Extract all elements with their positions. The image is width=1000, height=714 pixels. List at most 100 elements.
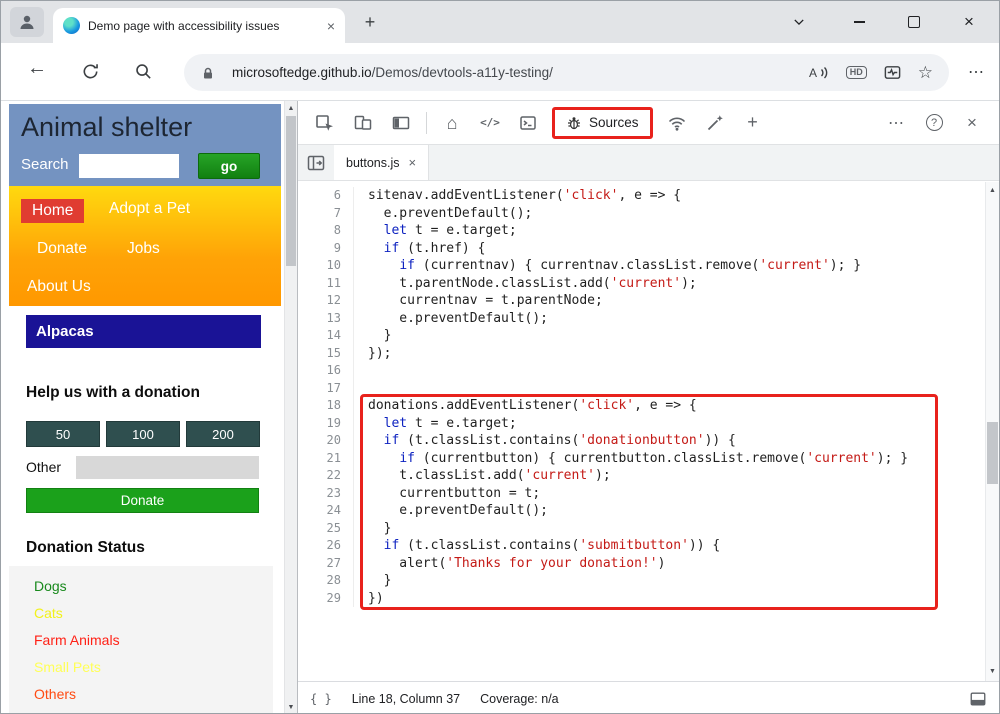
code-text[interactable]: if (t.classList.contains('donationbutton…	[354, 432, 736, 450]
browser-menu-icon[interactable]: ⋯	[968, 62, 984, 82]
devtools-menu-icon[interactable]: ⋯	[881, 108, 911, 138]
tab-close-icon[interactable]: ×	[327, 19, 335, 33]
favorites-star-icon[interactable]: ☆	[918, 64, 933, 81]
line-number[interactable]: 17	[298, 380, 354, 398]
browser-tab[interactable]: Demo page with accessibility issues ×	[53, 8, 345, 43]
back-button[interactable]: ←	[27, 57, 47, 80]
line-number[interactable]: 19	[298, 415, 354, 433]
line-number[interactable]: 27	[298, 555, 354, 573]
nav-item-home[interactable]: Home	[21, 199, 84, 223]
line-number[interactable]: 18	[298, 397, 354, 415]
code-text[interactable]: t.classList.add('current');	[354, 467, 611, 485]
tab-welcome-home-icon[interactable]: ⌂	[437, 108, 467, 138]
code-text[interactable]: let t = e.target;	[354, 222, 517, 240]
file-tab-close-icon[interactable]: ×	[409, 155, 417, 170]
more-tabs-plus-icon[interactable]: +	[738, 108, 768, 138]
line-number[interactable]: 24	[298, 502, 354, 520]
code-text[interactable]: })	[354, 590, 384, 608]
browser-essentials-icon[interactable]	[883, 63, 902, 82]
pretty-print-icon[interactable]: { }	[310, 692, 332, 706]
address-bar[interactable]: microsoftedge.github.io/Demos/devtools-a…	[184, 54, 949, 91]
search-icon[interactable]	[134, 62, 153, 81]
code-text[interactable]: e.preventDefault();	[354, 310, 548, 328]
line-number[interactable]: 22	[298, 467, 354, 485]
nav-item-about-us[interactable]: About Us	[27, 278, 91, 296]
editor-scroll-up-icon[interactable]: ▲	[986, 187, 999, 194]
code-text[interactable]: if (t.classList.contains('submitbutton')…	[354, 537, 720, 555]
line-number[interactable]: 7	[298, 205, 354, 223]
tab-network-icon[interactable]	[662, 108, 692, 138]
code-text[interactable]: t.parentNode.classList.add('current');	[354, 275, 697, 293]
wand-icon[interactable]	[700, 108, 730, 138]
search-go-button[interactable]: go	[198, 153, 260, 179]
line-number[interactable]: 25	[298, 520, 354, 538]
dock-icon[interactable]	[969, 690, 987, 708]
hd-icon[interactable]: HD	[846, 66, 867, 79]
refresh-button[interactable]	[81, 62, 100, 81]
code-text[interactable]: alert('Thanks for your donation!')	[354, 555, 665, 573]
donation-amount-50[interactable]: 50	[26, 421, 100, 447]
alpacas-banner[interactable]: Alpacas	[26, 315, 261, 348]
editor-scroll-thumb[interactable]	[987, 422, 998, 484]
line-number[interactable]: 12	[298, 292, 354, 310]
line-number[interactable]: 13	[298, 310, 354, 328]
code-text[interactable]: });	[354, 345, 391, 363]
donate-button[interactable]: Donate	[26, 488, 259, 513]
tab-console-icon[interactable]	[513, 108, 543, 138]
code-text[interactable]: if (t.href) {	[354, 240, 485, 258]
page-scroll-thumb[interactable]	[286, 116, 296, 266]
other-amount-input[interactable]	[76, 456, 259, 479]
code-text[interactable]: e.preventDefault();	[354, 502, 548, 520]
line-number[interactable]: 16	[298, 362, 354, 380]
line-number[interactable]: 6	[298, 187, 354, 205]
maximize-button[interactable]	[897, 1, 931, 43]
code-text[interactable]: currentbutton = t;	[354, 485, 540, 503]
help-icon[interactable]: ?	[919, 108, 949, 138]
code-text[interactable]: donations.addEventListener('click', e =>…	[354, 397, 697, 415]
devtools-close-icon[interactable]: ×	[957, 108, 987, 138]
minimize-button[interactable]	[842, 1, 876, 43]
code-text[interactable]: }	[354, 520, 391, 538]
tab-search-chevron-icon[interactable]	[782, 1, 816, 43]
code-text[interactable]: sitenav.addEventListener('click', e => {	[354, 187, 681, 205]
line-number[interactable]: 14	[298, 327, 354, 345]
donation-amount-100[interactable]: 100	[106, 421, 180, 447]
layout-panel-icon[interactable]	[386, 108, 416, 138]
read-aloud-icon[interactable]: A	[808, 64, 830, 81]
editor-scrollbar[interactable]: ▲ ▼	[985, 182, 999, 681]
code-text[interactable]: if (currentbutton) { currentbutton.class…	[354, 450, 908, 468]
line-number[interactable]: 8	[298, 222, 354, 240]
site-search-input[interactable]	[79, 154, 179, 178]
line-number[interactable]: 15	[298, 345, 354, 363]
profile-avatar[interactable]	[10, 7, 44, 37]
navigator-toggle-icon[interactable]	[298, 145, 334, 180]
line-number[interactable]: 28	[298, 572, 354, 590]
line-number[interactable]: 29	[298, 590, 354, 608]
code-text[interactable]: }	[354, 572, 391, 590]
line-number[interactable]: 23	[298, 485, 354, 503]
scroll-down-icon[interactable]: ▼	[285, 704, 297, 711]
line-number[interactable]: 21	[298, 450, 354, 468]
code-text[interactable]: e.preventDefault();	[354, 205, 532, 223]
new-tab-button[interactable]: +	[357, 9, 383, 35]
page-scrollbar[interactable]: ▲ ▼	[284, 101, 297, 714]
nav-item-adopt-a-pet[interactable]: Adopt a Pet	[109, 200, 190, 218]
code-text[interactable]: let t = e.target;	[354, 415, 517, 433]
tab-sources[interactable]: Sources	[552, 107, 653, 139]
device-toolbar-icon[interactable]	[348, 108, 378, 138]
line-number[interactable]: 11	[298, 275, 354, 293]
nav-item-donate[interactable]: Donate	[37, 240, 87, 258]
nav-item-jobs[interactable]: Jobs	[127, 240, 160, 258]
line-number[interactable]: 26	[298, 537, 354, 555]
code-text[interactable]: if (currentnav) { currentnav.classList.r…	[354, 257, 861, 275]
line-number[interactable]: 20	[298, 432, 354, 450]
donation-amount-200[interactable]: 200	[186, 421, 260, 447]
window-close-button[interactable]: ×	[952, 1, 986, 43]
code-text[interactable]: currentnav = t.parentNode;	[354, 292, 603, 310]
scroll-up-icon[interactable]: ▲	[285, 105, 297, 112]
line-number[interactable]: 9	[298, 240, 354, 258]
code-editor[interactable]: 6sitenav.addEventListener('click', e => …	[298, 182, 985, 681]
line-number[interactable]: 10	[298, 257, 354, 275]
file-tab-buttons-js[interactable]: buttons.js ×	[334, 145, 429, 180]
tab-elements-icon[interactable]: </>	[475, 108, 505, 138]
